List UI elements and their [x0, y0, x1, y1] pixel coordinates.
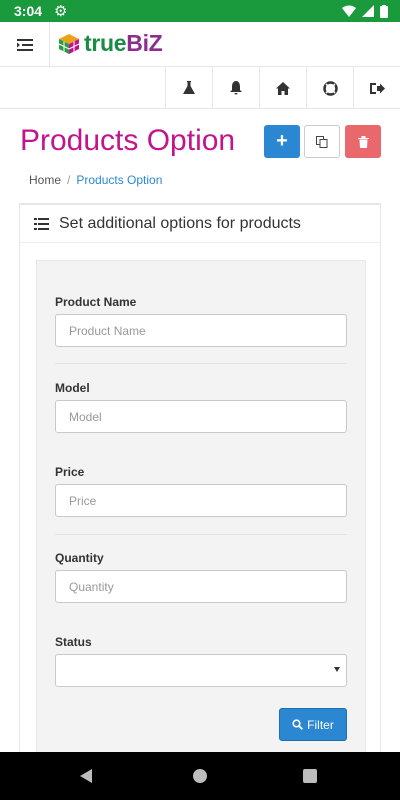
flask-icon: [183, 81, 195, 94]
page-title: Products Option: [20, 124, 236, 157]
wifi-icon: [342, 5, 356, 17]
quantity-label: Quantity: [55, 551, 104, 565]
model-label: Model: [55, 381, 90, 395]
copy-button[interactable]: [304, 125, 340, 158]
product-name-input[interactable]: Product Name: [55, 314, 347, 347]
home-icon: [276, 81, 290, 95]
quantity-input[interactable]: Quantity: [55, 570, 347, 603]
product-name-placeholder: Product Name: [69, 323, 146, 338]
notifications-button[interactable]: [212, 67, 259, 109]
model-placeholder: Model: [69, 409, 102, 424]
menu-indent-icon: [16, 38, 33, 51]
portlet-caption: Set additional options for products: [59, 214, 301, 232]
search-icon: [292, 719, 304, 730]
status-bar: 3:04 ⚙: [0, 0, 400, 22]
bell-icon: [230, 81, 242, 95]
breadcrumb-current[interactable]: Products Option: [76, 173, 162, 187]
home-button[interactable]: [259, 67, 306, 109]
delete-button[interactable]: [345, 125, 381, 158]
divider: [55, 363, 347, 364]
caret-down-icon: [334, 667, 340, 672]
logout-icon: [369, 82, 385, 94]
logout-button[interactable]: [353, 67, 400, 109]
status-icons: [342, 4, 388, 18]
settings-gear-icon: ⚙: [54, 3, 68, 20]
battery-icon: [380, 4, 388, 18]
sidebar-toggle-button[interactable]: [0, 22, 50, 67]
breadcrumb-home-link[interactable]: Home: [29, 173, 61, 187]
price-input[interactable]: Price: [55, 484, 347, 517]
options-portlet: Set additional options for products Prod…: [19, 203, 381, 770]
signal-icon: [362, 5, 374, 17]
recent-apps-icon[interactable]: [303, 769, 317, 783]
home-circle-icon[interactable]: [193, 769, 207, 783]
product-name-label: Product Name: [55, 295, 137, 309]
price-placeholder: Price: [69, 493, 97, 508]
back-icon[interactable]: [80, 769, 92, 783]
add-button[interactable]: +: [264, 125, 300, 158]
model-input[interactable]: Model: [55, 400, 347, 433]
status-label: Status: [55, 635, 92, 649]
portlet-header: Set additional options for products: [20, 205, 380, 243]
breadcrumb: Home / Products Option: [29, 173, 162, 187]
filter-form: Product Name Product Name Model Model Pr…: [36, 260, 366, 770]
brand-name: trueBiZ: [84, 30, 163, 56]
cube-logo-icon: [58, 33, 80, 54]
plus-icon: +: [276, 130, 288, 152]
quantity-placeholder: Quantity: [69, 579, 114, 594]
clock: 3:04: [14, 3, 43, 19]
android-nav-bar: [0, 752, 400, 800]
support-button[interactable]: [306, 67, 353, 109]
breadcrumb-separator: /: [67, 173, 71, 187]
filter-button-label: Filter: [307, 717, 334, 732]
divider: [55, 534, 347, 535]
filter-button[interactable]: Filter: [279, 708, 347, 741]
copy-icon: [316, 135, 328, 148]
status-select[interactable]: [55, 654, 347, 687]
truebiz-logo[interactable]: trueBiZ: [58, 30, 163, 57]
list-icon: [34, 217, 49, 230]
top-bar: trueBiZ: [0, 22, 400, 67]
lifebuoy-icon: [322, 80, 338, 96]
lab-button[interactable]: [165, 67, 212, 109]
icon-toolbar: [0, 67, 400, 109]
price-label: Price: [55, 465, 85, 479]
trash-icon: [357, 135, 369, 148]
